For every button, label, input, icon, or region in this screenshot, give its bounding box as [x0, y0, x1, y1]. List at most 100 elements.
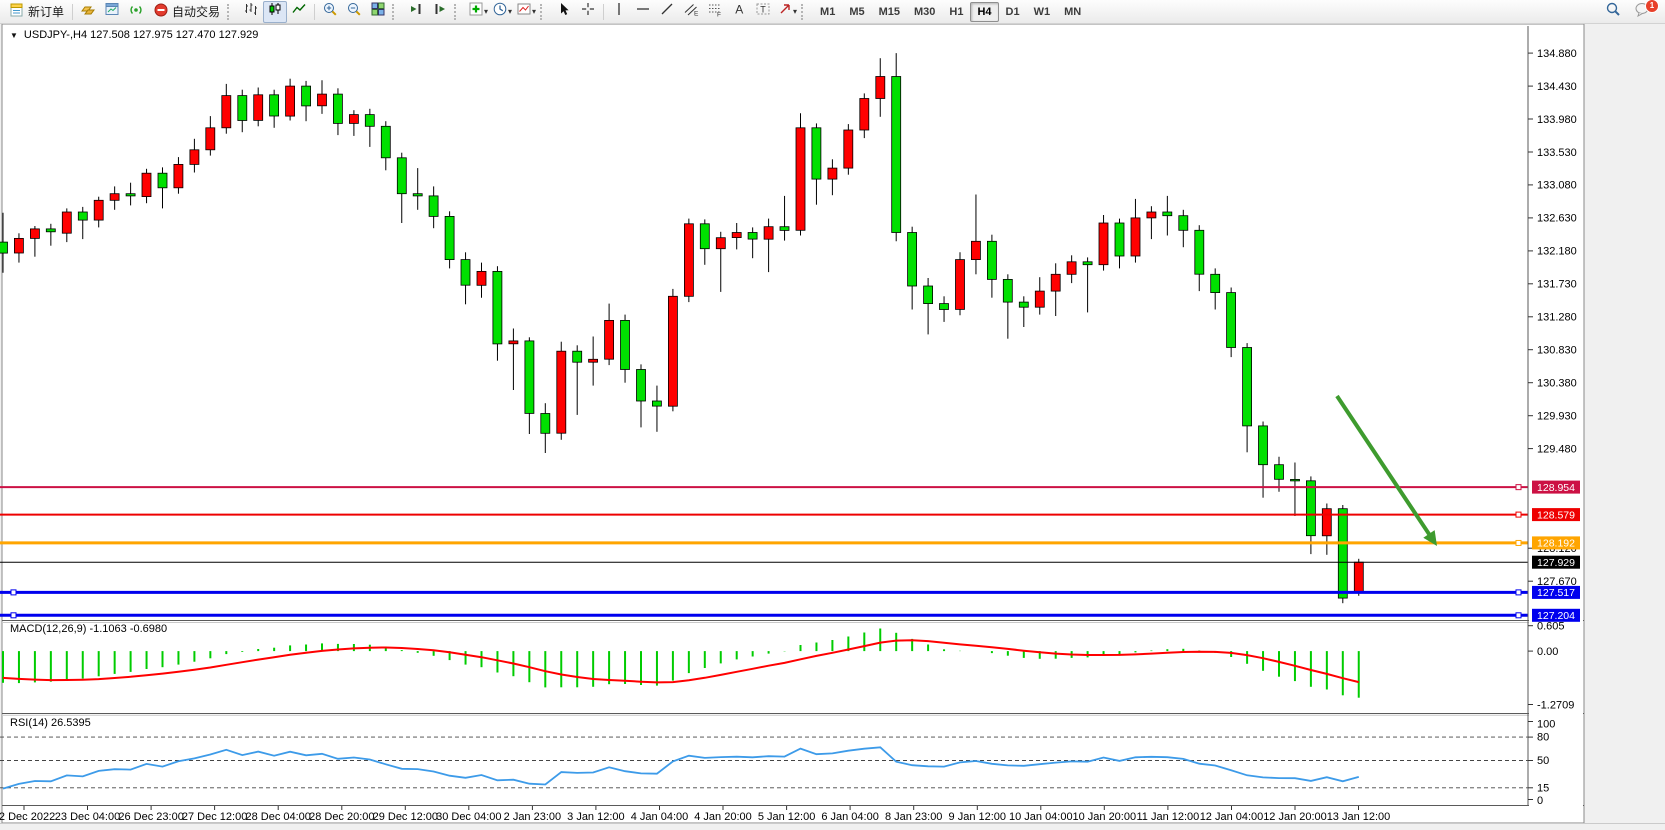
equidistant-channel-tool[interactable]: E: [679, 1, 703, 23]
bars-chart-icon: [243, 1, 259, 22]
gold-button[interactable]: [76, 1, 100, 23]
market-watch-button[interactable]: [100, 1, 124, 23]
candle-body: [700, 224, 709, 249]
line-handle[interactable]: [1516, 590, 1521, 595]
arrows-tool-dropdown[interactable]: ▾: [775, 1, 799, 23]
candle-body: [1275, 465, 1284, 480]
bar-chart-button[interactable]: [239, 1, 263, 23]
candle-body: [1163, 212, 1172, 216]
chevron-down-icon: ▾: [508, 7, 512, 16]
toolbar-separator: [72, 4, 73, 20]
line-chart-button[interactable]: [287, 1, 311, 23]
candle-body: [1019, 302, 1028, 307]
vertical-line-tool[interactable]: [607, 1, 631, 23]
toolbar-group-handle: [454, 4, 462, 20]
price-tick-label: 134.880: [1537, 48, 1577, 60]
horizontal-line-tool[interactable]: [631, 1, 655, 23]
notification-badge: 1: [1645, 0, 1659, 13]
periods-dropdown[interactable]: ▾: [490, 1, 514, 23]
svg-text:A: A: [735, 3, 743, 17]
zoom-in-icon: [322, 1, 338, 22]
time-axis-label: 9 Jan 12:00: [949, 811, 1007, 823]
candle-body: [461, 260, 470, 286]
timeframe-M1[interactable]: M1: [813, 2, 842, 22]
periods-icon: [492, 1, 508, 22]
candle-body: [1306, 481, 1315, 536]
tile-windows-icon: [370, 1, 386, 22]
candle-body: [1051, 274, 1060, 291]
new-order-button[interactable]: 新订单: [4, 1, 69, 23]
timeframe-MN[interactable]: MN: [1057, 2, 1088, 22]
candle-body: [509, 341, 518, 344]
toolbar-group-handle: [227, 4, 235, 20]
time-axis-label: 13 Jan 12:00: [1327, 811, 1391, 823]
price-tick-label: 132.180: [1537, 246, 1577, 258]
line-handle[interactable]: [1516, 485, 1521, 490]
shapes-icon: [777, 1, 793, 22]
candle-body: [621, 320, 630, 369]
tile-windows-button[interactable]: [366, 1, 390, 23]
status-bar: [0, 823, 1665, 830]
toolbar-separator: [603, 4, 604, 20]
line-handle[interactable]: [1516, 613, 1521, 618]
crosshair-tool-button[interactable]: [576, 1, 600, 23]
timeframe-M30[interactable]: M30: [907, 2, 942, 22]
candlestick-chart-button[interactable]: [263, 1, 287, 23]
timeframe-D1[interactable]: D1: [999, 2, 1027, 22]
fibonacci-tool[interactable]: F: [703, 1, 727, 23]
candle-body: [1099, 223, 1108, 265]
time-axis-label: 6 Jan 04:00: [821, 811, 879, 823]
line-handle[interactable]: [11, 613, 16, 618]
trendline-tool[interactable]: [655, 1, 679, 23]
candle-body: [302, 86, 311, 106]
candle-body: [0, 242, 8, 253]
text-tool[interactable]: A: [727, 1, 751, 23]
timeframe-M15[interactable]: M15: [872, 2, 907, 22]
candle-body: [270, 95, 279, 116]
autotrading-button[interactable]: 自动交易: [148, 1, 225, 23]
time-axis-label: 10 Jan 04:00: [1009, 811, 1073, 823]
time-axis-label: 28 Dec 20:00: [309, 811, 374, 823]
timeframe-M5[interactable]: M5: [842, 2, 871, 22]
zoom-out-button[interactable]: [342, 1, 366, 23]
candle-body: [684, 224, 693, 296]
auto-scroll-button[interactable]: [404, 1, 428, 23]
search-button[interactable]: [1601, 1, 1625, 23]
channel-icon: E: [683, 1, 699, 22]
time-axis-label: 3 Jan 12:00: [567, 811, 625, 823]
candle-body: [1147, 212, 1156, 218]
candle-body: [876, 77, 885, 99]
new-order-icon: [9, 2, 25, 21]
price-tick-label: 129.480: [1537, 443, 1577, 455]
zoom-out-icon: [346, 1, 362, 22]
cursor-tool-button[interactable]: [552, 1, 576, 23]
chart-shift-button[interactable]: [428, 1, 452, 23]
chart-canvas[interactable]: 134.880134.430133.980133.530133.080132.6…: [0, 0, 1665, 830]
indicators-dropdown[interactable]: ▾: [466, 1, 490, 23]
line-handle[interactable]: [1516, 512, 1521, 517]
signals-button[interactable]: [124, 1, 148, 23]
candle-body: [1227, 293, 1236, 348]
candle-body: [333, 94, 342, 123]
text-label-tool[interactable]: T: [751, 1, 775, 23]
toolbar-group-handle: [392, 4, 400, 20]
time-axis-label: 26 Dec 23:00: [118, 811, 183, 823]
candle-body: [1179, 216, 1188, 231]
candle-body: [445, 216, 454, 259]
candle-body: [14, 238, 23, 253]
time-axis-label: 12 Jan 20:00: [1263, 811, 1327, 823]
timeframe-W1[interactable]: W1: [1027, 2, 1058, 22]
timeframe-H4[interactable]: H4: [970, 2, 998, 22]
timeframe-H1[interactable]: H1: [942, 2, 970, 22]
line-handle[interactable]: [1516, 540, 1521, 545]
rsi-axis-label: 15: [1537, 782, 1549, 794]
line-handle[interactable]: [11, 590, 16, 595]
candle-body: [238, 96, 247, 121]
candle-body: [1211, 274, 1220, 292]
price-tick-label: 130.830: [1537, 345, 1577, 357]
templates-dropdown[interactable]: ▾: [514, 1, 538, 23]
crosshair-icon: [580, 1, 596, 22]
notifications-button[interactable]: 1: [1631, 1, 1655, 23]
zoom-in-button[interactable]: [318, 1, 342, 23]
candle-body: [796, 128, 805, 231]
